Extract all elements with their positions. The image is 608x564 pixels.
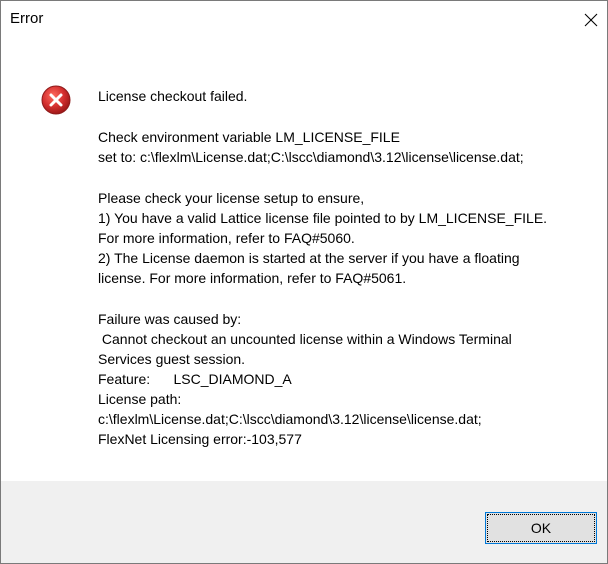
message-line: set to: c:\flexlm\License.dat;C:\lscc\di… — [98, 149, 524, 165]
message-line: Failure was caused by: — [98, 311, 242, 327]
message-line: License checkout failed. — [98, 88, 248, 104]
message-line: For more information, refer to FAQ#5060. — [98, 230, 355, 246]
message-line: Cannot checkout an uncounted license wit… — [98, 331, 512, 347]
message-spacer — [98, 288, 598, 309]
ok-button[interactable]: OK — [485, 512, 597, 544]
message-line: license. For more information, refer to … — [98, 270, 407, 286]
message-line: 2) The License daemon is started at the … — [98, 250, 520, 266]
title-bar: Error — [1, 1, 607, 39]
error-message: License checkout failed. Check environme… — [98, 86, 598, 449]
message-line: Check environment variable LM_LICENSE_FI… — [98, 129, 400, 145]
error-dialog: Error License checkout failed. Check env… — [0, 0, 608, 564]
dialog-content: License checkout failed. Check environme… — [1, 39, 607, 481]
message-line: FlexNet Licensing error:-103,577 — [98, 431, 302, 447]
message-line: License path: — [98, 391, 182, 407]
message-line: Feature: LSC_DIAMOND_A — [98, 371, 292, 387]
close-button[interactable] — [577, 1, 607, 39]
close-icon — [584, 13, 598, 27]
error-icon — [41, 85, 71, 115]
button-bar: OK — [1, 481, 607, 563]
message-line: 1) You have a valid Lattice license file… — [98, 210, 548, 226]
message-line: Please check your license setup to ensur… — [98, 190, 365, 206]
message-spacer — [98, 167, 598, 188]
dialog-title: Error — [10, 10, 44, 27]
message-line: c:\flexlm\License.dat;C:\lscc\diamond\3.… — [98, 411, 482, 427]
message-spacer — [98, 106, 598, 127]
message-line: Services guest session. — [98, 351, 246, 367]
